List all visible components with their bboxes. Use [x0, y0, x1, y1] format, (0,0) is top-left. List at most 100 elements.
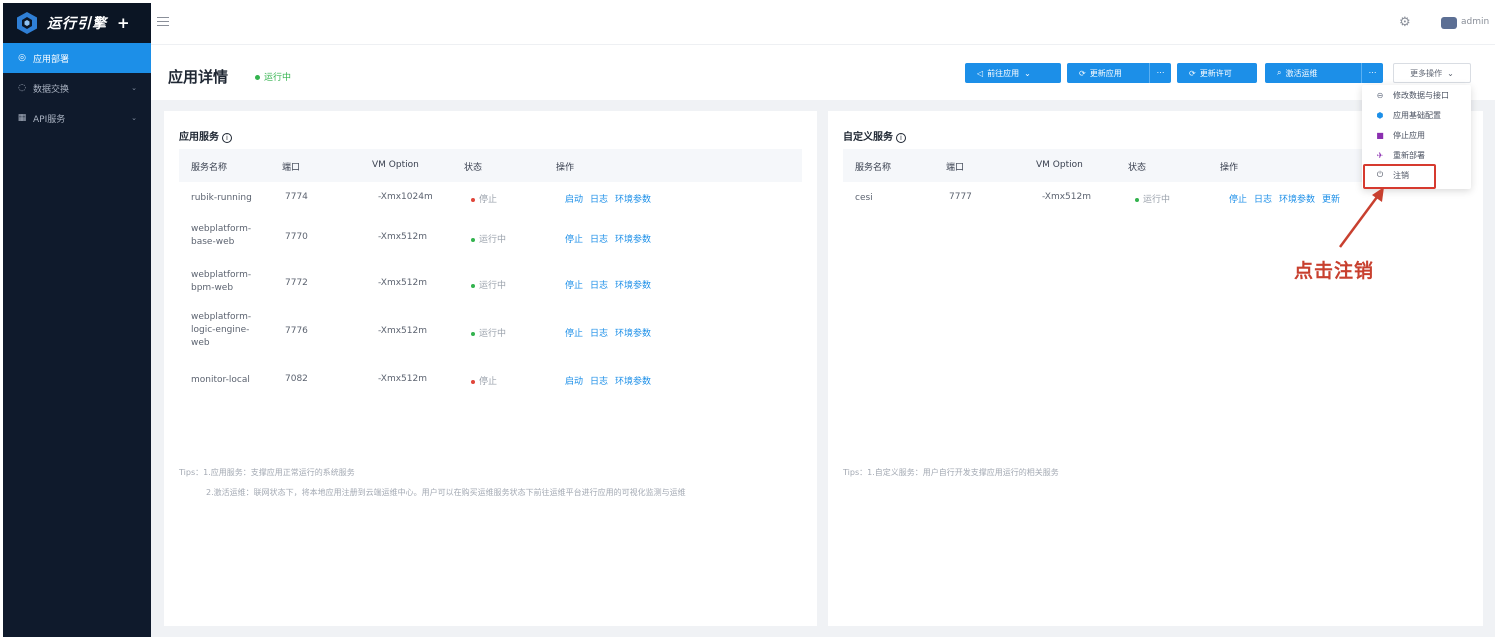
page-header: 应用详情 运行中 ◁ 前往应用 ⌄ ⟳ 更新应用 ⋯ ⟳ 更新许可 ⌕ 激活运维…: [151, 46, 1495, 100]
info-icon[interactable]: i: [896, 133, 906, 143]
column-header: VM Option: [1036, 160, 1083, 170]
row-action-link[interactable]: 日志: [1254, 195, 1272, 205]
vm-option: -Xmx512m: [378, 278, 428, 288]
top-bar: ⚙ admin: [151, 3, 1495, 45]
goto-app-button[interactable]: ◁ 前往应用 ⌄: [965, 63, 1061, 83]
update-license-label: 更新许可: [1199, 68, 1232, 78]
gear-icon[interactable]: ⚙: [1399, 15, 1411, 30]
row-action-link[interactable]: 停止: [1229, 195, 1247, 205]
menu-item-label: 停止应用: [1393, 130, 1425, 140]
status-badge: 运行中: [471, 232, 506, 245]
status-text: 运行中: [479, 235, 507, 245]
column-header: 服务名称: [191, 163, 228, 173]
status-dot-icon: [471, 237, 475, 242]
column-header: 端口: [946, 163, 965, 173]
sidebar-item-label: API服务: [33, 114, 66, 125]
sidebar-item-api-service[interactable]: ▦ API服务 ⌄: [3, 103, 151, 133]
row-action-link[interactable]: 环境参数: [615, 377, 651, 387]
service-name: webplatform- base-web: [191, 224, 252, 247]
menu-item-redeploy[interactable]: ✈ 重新部署: [1362, 145, 1471, 165]
row-actions: 启动 日志 环境参数: [565, 192, 658, 205]
sidebar-item-app-deploy[interactable]: ◎ 应用部署: [3, 43, 151, 73]
update-app-button[interactable]: ⟳ 更新应用 ⋯: [1067, 63, 1171, 83]
vm-option: -Xmx512m: [378, 326, 428, 336]
update-app-dropdown[interactable]: ⋯: [1149, 63, 1171, 83]
database-icon: ⊖: [1376, 90, 1384, 100]
table-row: webplatform- logic-engine- web 7776 -Xmx51…: [179, 311, 802, 353]
row-actions: 停止 日志 环境参数: [565, 232, 658, 245]
app-window: 运行引擎 + ◎ 应用部署 ◌ 数据交换 ⌄ ▦ API服务 ⌄ ⚙ admin…: [0, 0, 1500, 641]
page-title: 应用详情: [168, 68, 229, 86]
menu-toggle-icon[interactable]: [157, 17, 169, 27]
service-name: webplatform- logic-engine- web: [191, 312, 252, 348]
service-name: monitor-local: [191, 375, 250, 385]
table-header: 服务名称 端口 VM Option 状态 操作: [179, 149, 802, 182]
status-dot-icon: [471, 331, 475, 336]
more-actions-button[interactable]: 更多操作 ⌄: [1393, 63, 1471, 83]
table-row: rubik-running 7774 -Xmx1024m 停止 启动 日志 环境参数: [179, 191, 802, 205]
annotation-text: 点击注销: [1294, 260, 1375, 282]
card-title: 应用服务 i: [179, 128, 232, 143]
row-action-link[interactable]: 环境参数: [615, 235, 651, 245]
row-action-link[interactable]: 停止: [565, 235, 583, 245]
row-action-link[interactable]: 启动: [565, 195, 583, 205]
row-action-link[interactable]: 日志: [590, 281, 608, 291]
chevron-down-icon: ⌄: [131, 114, 137, 122]
row-action-link[interactable]: 日志: [590, 377, 608, 387]
status-text: 停止: [479, 377, 498, 387]
update-license-button[interactable]: ⟳ 更新许可: [1177, 63, 1257, 83]
custom-services-title: 自定义服务: [843, 132, 893, 143]
info-icon[interactable]: i: [222, 133, 232, 143]
row-action-link[interactable]: 停止: [565, 329, 583, 339]
brand-add-button[interactable]: +: [117, 14, 130, 32]
column-header: 操作: [1220, 163, 1239, 173]
deploy-icon: ◎: [18, 53, 26, 63]
menu-item-base-config[interactable]: ⬢ 应用基础配置: [1362, 105, 1471, 125]
row-action-link[interactable]: 环境参数: [615, 329, 651, 339]
row-action-link[interactable]: 停止: [565, 281, 583, 291]
status-dot-icon: [471, 283, 475, 288]
sidebar-item-data-exchange[interactable]: ◌ 数据交换 ⌄: [3, 73, 151, 103]
row-actions: 启动 日志 环境参数: [565, 374, 658, 387]
app-services-card: 应用服务 i 服务名称 端口 VM Option 状态 操作 rubik-runn…: [164, 111, 817, 626]
vm-option: -Xmx512m: [1042, 192, 1092, 202]
column-header: 状态: [1128, 163, 1147, 173]
brand: 运行引擎 +: [3, 3, 151, 43]
service-port: 7082: [285, 374, 308, 384]
menu-item-stop-app[interactable]: ■ 停止应用: [1362, 125, 1471, 145]
status-badge: 运行中: [1135, 192, 1170, 205]
cube-logo-icon: [17, 12, 37, 34]
update-app-label: 更新应用: [1089, 68, 1122, 78]
more-actions-label: 更多操作: [1410, 68, 1443, 78]
activate-ops-button[interactable]: ⌕ 激活运维 ⋯: [1265, 63, 1383, 83]
send-icon: ◁: [977, 68, 984, 78]
vm-option: -Xmx512m: [378, 374, 428, 384]
activate-ops-label: 激活运维: [1285, 68, 1318, 78]
service-port: 7776: [285, 326, 308, 336]
table-row: monitor-local 7082 -Xmx512m 停止 启动 日志 环境参数: [179, 373, 802, 387]
tips-text: Tips：1.自定义服务：用户自行开发支撑应用运行的相关服务: [843, 468, 1059, 477]
row-action-link[interactable]: 日志: [590, 329, 608, 339]
user-name[interactable]: admin: [1461, 17, 1489, 27]
activate-ops-dropdown[interactable]: ⋯: [1361, 63, 1383, 83]
status-text: 运行中: [479, 329, 507, 339]
service-name: webplatform- bpm-web: [191, 270, 252, 293]
menu-item-label: 修改数据与接口: [1393, 90, 1449, 100]
status-text: 运行中: [479, 281, 507, 291]
row-action-link[interactable]: 环境参数: [1279, 195, 1315, 205]
menu-item-modify-data[interactable]: ⊖ 修改数据与接口: [1362, 85, 1471, 105]
app-services-title: 应用服务: [179, 132, 219, 143]
row-action-link[interactable]: 启动: [565, 377, 583, 387]
row-action-link[interactable]: 环境参数: [615, 195, 651, 205]
column-header: 状态: [464, 163, 483, 173]
row-action-link[interactable]: 日志: [590, 235, 608, 245]
chevron-down-icon: ⌄: [1447, 68, 1454, 78]
menu-item-label: 应用基础配置: [1393, 110, 1441, 120]
row-action-link[interactable]: 环境参数: [615, 281, 651, 291]
avatar[interactable]: [1441, 17, 1457, 29]
row-action-link[interactable]: 日志: [590, 195, 608, 205]
table-row: webplatform- bpm-web 7772 -Xmx512m 运行中 停止 日志环…: [179, 269, 802, 299]
card-title: 自定义服务 i: [843, 128, 906, 143]
refresh-icon: ⟳: [1189, 68, 1196, 78]
main-content: 应用详情 运行中 ◁ 前往应用 ⌄ ⟳ 更新应用 ⋯ ⟳ 更新许可 ⌕ 激活运维…: [151, 46, 1495, 637]
